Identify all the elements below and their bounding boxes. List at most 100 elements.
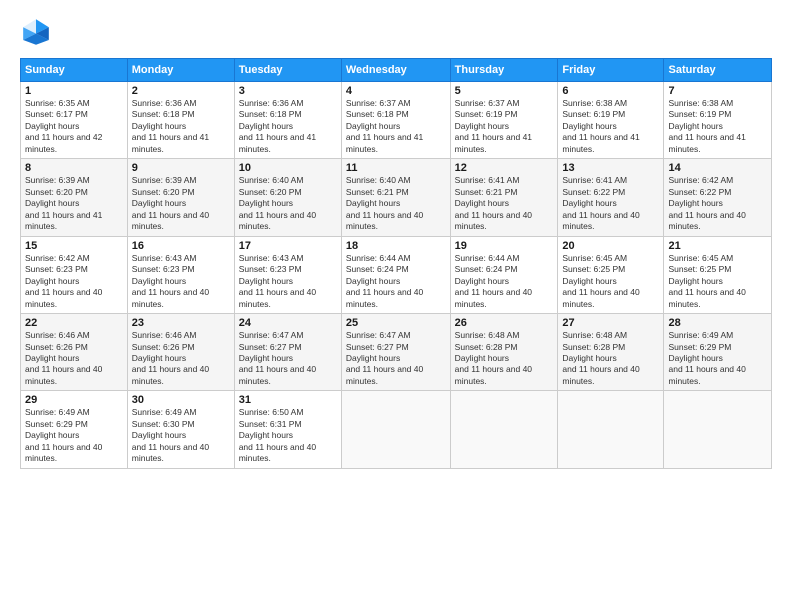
day-info: Sunrise: 6:37 AM Sunset: 6:18 PM Dayligh… [346,98,446,155]
day-number: 20 [562,240,659,252]
day-info: Sunrise: 6:43 AM Sunset: 6:23 PM Dayligh… [239,253,337,310]
day-info: Sunrise: 6:43 AM Sunset: 6:23 PM Dayligh… [132,253,230,310]
calendar-week-2: 8 Sunrise: 6:39 AM Sunset: 6:20 PM Dayli… [21,159,772,236]
day-info: Sunrise: 6:39 AM Sunset: 6:20 PM Dayligh… [25,175,123,232]
calendar-cell: 30 Sunrise: 6:49 AM Sunset: 6:30 PM Dayl… [127,391,234,468]
day-info: Sunrise: 6:38 AM Sunset: 6:19 PM Dayligh… [668,98,767,155]
day-number: 18 [346,240,446,252]
calendar-header-thursday: Thursday [450,59,558,82]
day-number: 30 [132,394,230,406]
calendar-cell [341,391,450,468]
calendar-cell: 1 Sunrise: 6:35 AM Sunset: 6:17 PM Dayli… [21,82,128,159]
calendar-cell: 18 Sunrise: 6:44 AM Sunset: 6:24 PM Dayl… [341,236,450,313]
calendar-cell: 15 Sunrise: 6:42 AM Sunset: 6:23 PM Dayl… [21,236,128,313]
calendar-cell: 10 Sunrise: 6:40 AM Sunset: 6:20 PM Dayl… [234,159,341,236]
calendar-cell: 24 Sunrise: 6:47 AM Sunset: 6:27 PM Dayl… [234,314,341,391]
calendar-cell: 5 Sunrise: 6:37 AM Sunset: 6:19 PM Dayli… [450,82,558,159]
day-number: 14 [668,162,767,174]
calendar-cell: 13 Sunrise: 6:41 AM Sunset: 6:22 PM Dayl… [558,159,664,236]
calendar-cell: 9 Sunrise: 6:39 AM Sunset: 6:20 PM Dayli… [127,159,234,236]
calendar-cell: 2 Sunrise: 6:36 AM Sunset: 6:18 PM Dayli… [127,82,234,159]
calendar-week-1: 1 Sunrise: 6:35 AM Sunset: 6:17 PM Dayli… [21,82,772,159]
calendar-cell: 31 Sunrise: 6:50 AM Sunset: 6:31 PM Dayl… [234,391,341,468]
day-info: Sunrise: 6:44 AM Sunset: 6:24 PM Dayligh… [346,253,446,310]
day-number: 24 [239,317,337,329]
calendar-header-wednesday: Wednesday [341,59,450,82]
calendar-table: SundayMondayTuesdayWednesdayThursdayFrid… [20,58,772,469]
calendar-header-friday: Friday [558,59,664,82]
calendar-cell: 17 Sunrise: 6:43 AM Sunset: 6:23 PM Dayl… [234,236,341,313]
calendar-cell: 16 Sunrise: 6:43 AM Sunset: 6:23 PM Dayl… [127,236,234,313]
day-number: 4 [346,85,446,97]
day-info: Sunrise: 6:45 AM Sunset: 6:25 PM Dayligh… [668,253,767,310]
calendar-cell: 12 Sunrise: 6:41 AM Sunset: 6:21 PM Dayl… [450,159,558,236]
calendar-cell: 26 Sunrise: 6:48 AM Sunset: 6:28 PM Dayl… [450,314,558,391]
day-number: 21 [668,240,767,252]
day-info: Sunrise: 6:38 AM Sunset: 6:19 PM Dayligh… [562,98,659,155]
calendar-page: SundayMondayTuesdayWednesdayThursdayFrid… [0,0,792,612]
header [20,16,772,48]
day-info: Sunrise: 6:42 AM Sunset: 6:22 PM Dayligh… [668,175,767,232]
day-number: 26 [455,317,554,329]
calendar-cell [664,391,772,468]
day-info: Sunrise: 6:40 AM Sunset: 6:21 PM Dayligh… [346,175,446,232]
day-number: 12 [455,162,554,174]
day-number: 13 [562,162,659,174]
day-info: Sunrise: 6:48 AM Sunset: 6:28 PM Dayligh… [455,330,554,387]
calendar-cell: 25 Sunrise: 6:47 AM Sunset: 6:27 PM Dayl… [341,314,450,391]
day-number: 22 [25,317,123,329]
day-info: Sunrise: 6:47 AM Sunset: 6:27 PM Dayligh… [239,330,337,387]
day-info: Sunrise: 6:50 AM Sunset: 6:31 PM Dayligh… [239,407,337,464]
day-info: Sunrise: 6:49 AM Sunset: 6:29 PM Dayligh… [668,330,767,387]
day-number: 10 [239,162,337,174]
day-info: Sunrise: 6:41 AM Sunset: 6:21 PM Dayligh… [455,175,554,232]
calendar-cell: 20 Sunrise: 6:45 AM Sunset: 6:25 PM Dayl… [558,236,664,313]
calendar-week-4: 22 Sunrise: 6:46 AM Sunset: 6:26 PM Dayl… [21,314,772,391]
calendar-cell: 3 Sunrise: 6:36 AM Sunset: 6:18 PM Dayli… [234,82,341,159]
day-info: Sunrise: 6:47 AM Sunset: 6:27 PM Dayligh… [346,330,446,387]
day-info: Sunrise: 6:40 AM Sunset: 6:20 PM Dayligh… [239,175,337,232]
day-number: 11 [346,162,446,174]
day-number: 31 [239,394,337,406]
day-number: 2 [132,85,230,97]
day-info: Sunrise: 6:44 AM Sunset: 6:24 PM Dayligh… [455,253,554,310]
calendar-header-monday: Monday [127,59,234,82]
day-info: Sunrise: 6:36 AM Sunset: 6:18 PM Dayligh… [132,98,230,155]
calendar-header-saturday: Saturday [664,59,772,82]
calendar-week-5: 29 Sunrise: 6:49 AM Sunset: 6:29 PM Dayl… [21,391,772,468]
day-number: 6 [562,85,659,97]
day-number: 9 [132,162,230,174]
calendar-cell: 21 Sunrise: 6:45 AM Sunset: 6:25 PM Dayl… [664,236,772,313]
calendar-header-row: SundayMondayTuesdayWednesdayThursdayFrid… [21,59,772,82]
day-info: Sunrise: 6:39 AM Sunset: 6:20 PM Dayligh… [132,175,230,232]
day-number: 3 [239,85,337,97]
day-info: Sunrise: 6:48 AM Sunset: 6:28 PM Dayligh… [562,330,659,387]
day-info: Sunrise: 6:45 AM Sunset: 6:25 PM Dayligh… [562,253,659,310]
day-number: 7 [668,85,767,97]
day-number: 29 [25,394,123,406]
day-number: 16 [132,240,230,252]
calendar-cell: 14 Sunrise: 6:42 AM Sunset: 6:22 PM Dayl… [664,159,772,236]
day-number: 27 [562,317,659,329]
day-info: Sunrise: 6:36 AM Sunset: 6:18 PM Dayligh… [239,98,337,155]
day-number: 8 [25,162,123,174]
calendar-header-tuesday: Tuesday [234,59,341,82]
calendar-cell: 7 Sunrise: 6:38 AM Sunset: 6:19 PM Dayli… [664,82,772,159]
day-info: Sunrise: 6:41 AM Sunset: 6:22 PM Dayligh… [562,175,659,232]
calendar-cell: 6 Sunrise: 6:38 AM Sunset: 6:19 PM Dayli… [558,82,664,159]
calendar-cell: 19 Sunrise: 6:44 AM Sunset: 6:24 PM Dayl… [450,236,558,313]
day-number: 23 [132,317,230,329]
calendar-cell: 8 Sunrise: 6:39 AM Sunset: 6:20 PM Dayli… [21,159,128,236]
day-number: 1 [25,85,123,97]
day-number: 28 [668,317,767,329]
day-info: Sunrise: 6:49 AM Sunset: 6:30 PM Dayligh… [132,407,230,464]
day-number: 15 [25,240,123,252]
calendar-cell: 4 Sunrise: 6:37 AM Sunset: 6:18 PM Dayli… [341,82,450,159]
day-info: Sunrise: 6:37 AM Sunset: 6:19 PM Dayligh… [455,98,554,155]
day-info: Sunrise: 6:46 AM Sunset: 6:26 PM Dayligh… [132,330,230,387]
day-number: 25 [346,317,446,329]
calendar-cell: 11 Sunrise: 6:40 AM Sunset: 6:21 PM Dayl… [341,159,450,236]
day-info: Sunrise: 6:35 AM Sunset: 6:17 PM Dayligh… [25,98,123,155]
calendar-header-sunday: Sunday [21,59,128,82]
calendar-cell [558,391,664,468]
